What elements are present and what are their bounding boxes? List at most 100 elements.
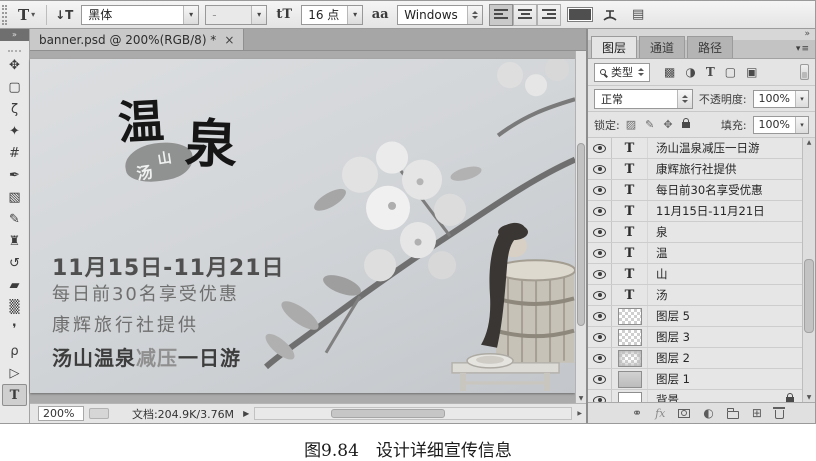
align-center-button[interactable] xyxy=(513,4,537,26)
lock-all-icon[interactable] xyxy=(682,122,690,128)
scroll-down-arrow-icon[interactable]: ▼ xyxy=(576,395,586,402)
link-layers-icon[interactable]: ⚭ xyxy=(632,406,642,420)
layer-row[interactable]: 背景 xyxy=(588,390,802,402)
scroll-up-arrow-icon[interactable]: ▲ xyxy=(803,139,815,146)
options-bar-grip[interactable] xyxy=(2,5,7,25)
horizontal-scrollbar-thumb[interactable] xyxy=(331,409,445,418)
anti-alias-select[interactable]: Windows xyxy=(397,5,483,25)
layer-visibility-toggle[interactable] xyxy=(588,327,612,347)
panel-tab-路径[interactable]: 路径 xyxy=(687,36,733,58)
layer-visibility-toggle[interactable] xyxy=(588,390,612,402)
lasso-tool[interactable]: ζ xyxy=(0,98,29,120)
vertical-scrollbar-thumb[interactable] xyxy=(577,143,585,326)
text-color-swatch[interactable] xyxy=(567,7,593,22)
chevron-down-icon[interactable]: ▾ xyxy=(347,6,362,24)
adjustment-layer-icon[interactable]: ◐ xyxy=(703,406,713,420)
panel-tab-图层[interactable]: 图层 xyxy=(591,36,637,58)
layer-row[interactable]: T温 xyxy=(588,243,802,264)
healing-brush-tool[interactable]: ▧ xyxy=(0,186,29,208)
quick-selection-tool[interactable]: ✦ xyxy=(0,120,29,142)
layer-row[interactable]: T汤山温泉减压一日游 xyxy=(588,138,802,159)
layer-visibility-toggle[interactable] xyxy=(588,159,612,179)
filter-adjustment-layers-icon[interactable]: ◑ xyxy=(685,65,695,79)
delete-layer-icon[interactable] xyxy=(775,407,784,419)
clone-stamp-tool[interactable]: ♜ xyxy=(0,230,29,252)
layer-style-fx-icon[interactable]: fx xyxy=(655,407,665,420)
layer-row[interactable]: 图层 1 xyxy=(588,369,802,390)
layer-visibility-toggle[interactable] xyxy=(588,201,612,221)
tools-collapse-chevrons[interactable]: » xyxy=(0,29,29,41)
layer-visibility-toggle[interactable] xyxy=(588,180,612,200)
tool-preset-picker[interactable]: T ▾ xyxy=(13,4,40,26)
text-orientation-button[interactable]: ↓T xyxy=(53,4,75,26)
warp-text-button[interactable] xyxy=(599,4,621,26)
layer-visibility-toggle[interactable] xyxy=(588,222,612,242)
updown-arrows-icon[interactable] xyxy=(677,90,692,108)
lock-pixels-icon[interactable]: ✎ xyxy=(645,118,654,131)
font-size-select[interactable]: 16 点 ▾ xyxy=(301,5,363,25)
chevron-down-icon[interactable]: ▾ xyxy=(795,117,808,133)
fill-field[interactable]: 100% ▾ xyxy=(753,116,809,134)
path-selection-tool[interactable]: ▷ xyxy=(0,362,29,384)
filter-kind-select[interactable]: 类型 xyxy=(594,63,650,82)
crop-tool[interactable]: # xyxy=(0,142,29,164)
move-tool[interactable]: ✥ xyxy=(0,54,29,76)
status-options-arrow-icon[interactable]: ▶ xyxy=(243,409,249,418)
document-tab[interactable]: banner.psd @ 200%(RGB/8) * × xyxy=(30,29,244,50)
filter-type-layers-icon[interactable]: T xyxy=(706,65,715,79)
layer-row[interactable]: T泉 xyxy=(588,222,802,243)
layer-mask-icon[interactable] xyxy=(678,409,690,418)
layer-row[interactable]: T每日前30名享受优惠 xyxy=(588,180,802,201)
layers-scrollbar[interactable]: ▲ ▼ xyxy=(802,138,815,402)
canvas[interactable]: 汤 山 温 泉 11月15日-11月21日 每日前30名享受优惠 康辉旅行社提供… xyxy=(30,59,575,393)
layer-row[interactable]: 图层 3 xyxy=(588,327,802,348)
history-brush-tool[interactable]: ↺ xyxy=(0,252,29,274)
updown-arrows-icon[interactable] xyxy=(467,6,482,24)
close-icon[interactable]: × xyxy=(224,33,234,47)
new-layer-icon[interactable]: ⊞ xyxy=(752,406,762,420)
layer-visibility-toggle[interactable] xyxy=(588,138,612,158)
brush-tool[interactable]: ✎ xyxy=(0,208,29,230)
filter-shape-layers-icon[interactable]: ▢ xyxy=(725,65,736,79)
tools-panel-grip[interactable] xyxy=(8,43,21,52)
eraser-tool[interactable]: ▰ xyxy=(0,274,29,296)
layer-visibility-toggle[interactable] xyxy=(588,306,612,326)
opacity-field[interactable]: 100% ▾ xyxy=(753,90,809,108)
eyedropper-tool[interactable]: ✒ xyxy=(0,164,29,186)
chevron-down-icon[interactable]: ▾ xyxy=(795,91,808,107)
layer-visibility-toggle[interactable] xyxy=(588,348,612,368)
zoom-level-field[interactable]: 200% xyxy=(38,406,84,421)
layer-visibility-toggle[interactable] xyxy=(588,264,612,284)
panel-menu-icon[interactable]: ▾≡ xyxy=(796,44,810,54)
layer-row[interactable]: T汤 xyxy=(588,285,802,306)
chevron-down-icon[interactable]: ▾ xyxy=(183,6,198,24)
layer-row[interactable]: T山 xyxy=(588,264,802,285)
align-right-button[interactable] xyxy=(537,4,561,26)
font-family-select[interactable]: 黑体 ▾ xyxy=(81,5,199,25)
vertical-scrollbar[interactable]: ▼ xyxy=(575,51,586,403)
scroll-right-arrow-icon[interactable]: ▶ xyxy=(577,410,582,417)
layer-visibility-toggle[interactable] xyxy=(588,243,612,263)
align-left-button[interactable] xyxy=(489,4,513,26)
type-tool[interactable]: T xyxy=(2,384,27,406)
layer-row[interactable]: T康辉旅行社提供 xyxy=(588,159,802,180)
layer-visibility-toggle[interactable] xyxy=(588,369,612,389)
filter-pixel-layers-icon[interactable]: ▩ xyxy=(664,65,675,79)
layers-scrollbar-thumb[interactable] xyxy=(804,259,814,333)
scroll-down-arrow-icon[interactable]: ▼ xyxy=(803,394,815,401)
panels-toggle-button[interactable]: ▤ xyxy=(627,4,649,26)
blur-tool[interactable]: ❜ xyxy=(0,318,29,340)
layer-row[interactable]: 图层 5 xyxy=(588,306,802,327)
horizontal-scrollbar[interactable] xyxy=(254,407,572,420)
blend-mode-select[interactable]: 正常 xyxy=(594,89,693,109)
layer-row[interactable]: 图层 2 xyxy=(588,348,802,369)
marquee-tool[interactable]: ▢ xyxy=(0,76,29,98)
filter-smart-objects-icon[interactable]: ▣ xyxy=(746,65,757,79)
dodge-tool[interactable]: ρ xyxy=(0,340,29,362)
new-group-icon[interactable] xyxy=(727,408,739,419)
gradient-tool[interactable]: ▒ xyxy=(0,296,29,318)
lock-position-icon[interactable]: ✥ xyxy=(663,118,672,131)
layer-row[interactable]: T11月15日-11月21日 xyxy=(588,201,802,222)
lock-transparency-icon[interactable]: ▨ xyxy=(626,118,636,131)
filter-switch-toggle[interactable] xyxy=(800,64,809,80)
